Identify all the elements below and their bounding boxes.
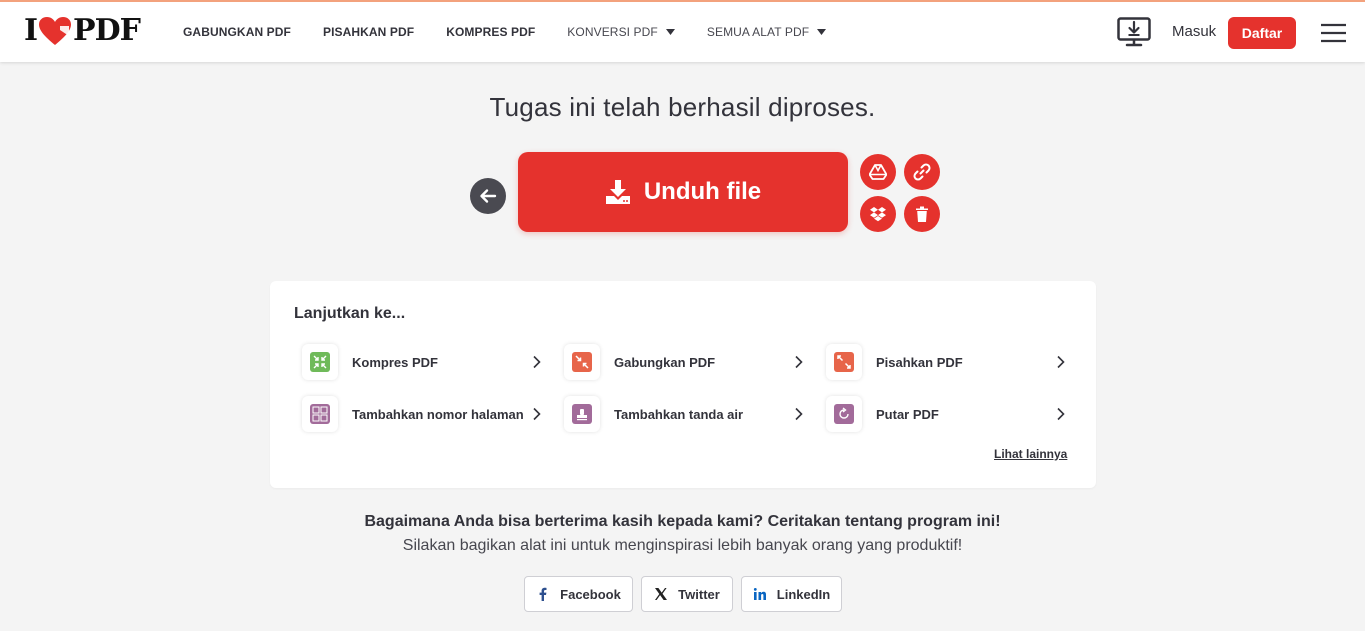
chevron-right-icon xyxy=(1057,407,1065,421)
back-button[interactable] xyxy=(470,178,506,214)
nav-label: GABUNGKAN PDF xyxy=(183,25,291,39)
facebook-icon xyxy=(539,587,547,601)
nav-merge-pdf[interactable]: GABUNGKAN PDF xyxy=(183,25,291,39)
nav-compress-pdf[interactable]: KOMPRES PDF xyxy=(446,25,535,39)
desktop-download-icon[interactable] xyxy=(1117,17,1151,47)
save-to-google-drive-button[interactable] xyxy=(860,154,896,190)
tool-icon-wrap xyxy=(564,344,600,380)
tool-label: Gabungkan PDF xyxy=(614,354,716,370)
tool-add-watermark[interactable]: Tambahkan tanda air xyxy=(564,396,804,432)
nav-label: KONVERSI PDF xyxy=(567,25,658,39)
x-twitter-icon xyxy=(655,588,668,600)
tool-label: Pisahkan PDF xyxy=(876,354,963,370)
login-link[interactable]: Masuk xyxy=(1172,23,1216,40)
rotate-icon xyxy=(834,404,854,424)
share-linkedin-button[interactable]: LinkedIn xyxy=(741,576,842,612)
linkedin-icon xyxy=(753,588,766,600)
chevron-right-icon xyxy=(533,355,541,369)
share-label: LinkedIn xyxy=(776,586,831,602)
share-facebook-button[interactable]: Facebook xyxy=(524,576,633,612)
nav-label: PISAHKAN PDF xyxy=(322,25,415,39)
tool-label: Tambahkan tanda air xyxy=(614,406,744,422)
save-to-dropbox-button[interactable] xyxy=(860,196,896,232)
share-label: Twitter xyxy=(678,586,720,602)
chevron-right-icon xyxy=(1057,355,1065,369)
signup-button[interactable]: Daftar xyxy=(1228,17,1296,49)
nav-label: SEMUA ALAT PDF xyxy=(706,25,810,39)
nav-label: KOMPRES PDF xyxy=(446,25,536,39)
share-twitter-button[interactable]: Twitter xyxy=(641,576,733,612)
logo-letter-i: I xyxy=(24,13,38,48)
heart-icon xyxy=(39,17,72,45)
tool-icon-wrap xyxy=(564,396,600,432)
share-subheading: Silakan bagikan alat ini untuk menginspi… xyxy=(402,537,963,554)
logo-letters-pdf: PDF xyxy=(73,13,141,48)
continue-to-card: Lanjutkan ke... Kompres PDF Gabungkan PD… xyxy=(270,281,1096,488)
tool-icon-wrap xyxy=(826,344,862,380)
chevron-right-icon xyxy=(533,407,541,421)
download-icon xyxy=(605,180,630,204)
chevron-right-icon xyxy=(795,407,803,421)
page-title: Tugas ini telah berhasil diproses. xyxy=(489,92,876,122)
caret-down-icon xyxy=(817,29,827,35)
continue-title: Lanjutkan ke... xyxy=(294,305,406,322)
tool-add-page-numbers[interactable]: Tambahkan nomor halaman xyxy=(302,396,542,432)
watermark-stamp-icon xyxy=(572,404,592,424)
feedback-heading: Bagaimana Anda bisa berterima kasih kepa… xyxy=(364,513,1001,530)
delete-file-button[interactable] xyxy=(904,196,940,232)
nav-all-tools-dropdown[interactable]: SEMUA ALAT PDF xyxy=(706,25,827,39)
tool-label: Putar PDF xyxy=(876,406,939,422)
merge-icon xyxy=(572,352,592,372)
tool-label: Tambahkan nomor halaman xyxy=(352,406,524,422)
menu-icon[interactable] xyxy=(1321,23,1346,43)
tool-merge-pdf[interactable]: Gabungkan PDF xyxy=(564,344,804,380)
caret-down-icon xyxy=(665,29,675,35)
tool-icon-wrap xyxy=(302,396,338,432)
share-label: Facebook xyxy=(560,586,621,602)
top-header: I PDF GABUNGKAN PDF PISAHKAN PDF KOMPRES… xyxy=(0,0,1365,62)
page-numbers-icon xyxy=(310,404,330,424)
tool-icon-wrap xyxy=(302,344,338,380)
tool-rotate-pdf[interactable]: Putar PDF xyxy=(826,396,1066,432)
see-more-link[interactable]: Lihat lainnya xyxy=(994,447,1067,461)
tool-icon-wrap xyxy=(826,396,862,432)
link-icon xyxy=(913,163,931,181)
nav-convert-pdf-dropdown[interactable]: KONVERSI PDF xyxy=(567,25,675,39)
tool-compress-pdf[interactable]: Kompres PDF xyxy=(302,344,542,380)
google-drive-icon xyxy=(869,164,887,180)
download-label: Unduh file xyxy=(643,178,762,205)
tool-label: Kompres PDF xyxy=(352,354,438,370)
nav-split-pdf[interactable]: PISAHKAN PDF xyxy=(323,25,414,39)
ilovepdf-logo[interactable]: I PDF xyxy=(24,13,141,48)
split-icon xyxy=(834,352,854,372)
arrow-left-icon xyxy=(480,189,497,203)
chevron-right-icon xyxy=(795,355,803,369)
copy-link-button[interactable] xyxy=(904,154,940,190)
dropbox-icon xyxy=(870,207,886,222)
trash-icon xyxy=(916,206,928,222)
compress-icon xyxy=(310,352,330,372)
main-nav: GABUNGKAN PDF PISAHKAN PDF KOMPRES PDF K… xyxy=(183,2,858,62)
download-file-button[interactable]: Unduh file xyxy=(518,152,848,232)
tool-split-pdf[interactable]: Pisahkan PDF xyxy=(826,344,1066,380)
